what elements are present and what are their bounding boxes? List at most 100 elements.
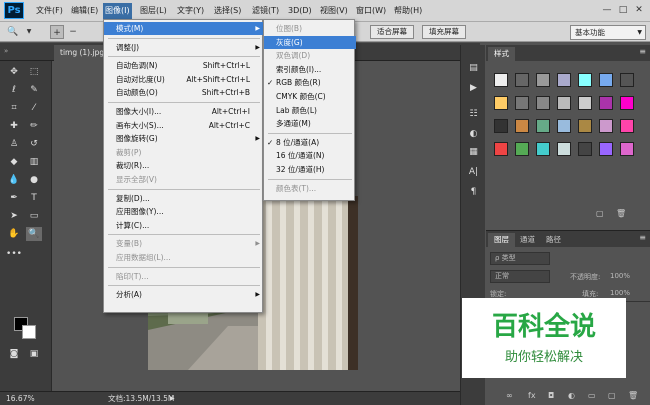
menu-window[interactable]: 窗口(W) [354,3,388,19]
history-icon[interactable]: ▤ [466,61,481,75]
quick-select-tool-icon[interactable]: ✎ [26,83,42,97]
tab-channels[interactable]: 通道 [514,233,541,247]
image-menu-item[interactable]: 复制(D)... [104,192,264,205]
path-select-tool-icon[interactable]: ➤ [6,209,22,223]
character-icon[interactable]: A| [466,165,481,179]
style-swatch[interactable] [557,73,571,87]
blur-tool-icon[interactable]: 💧 [6,173,22,187]
menu-3d[interactable]: 3D(D) [286,3,314,19]
image-menu-item[interactable]: 裁切(R)... [104,159,264,172]
style-swatch[interactable] [557,119,571,133]
menu-layer[interactable]: 图层(L) [138,3,169,19]
new-group-icon[interactable]: ▭ [588,391,596,400]
style-swatch[interactable] [578,142,592,156]
swatches-icon[interactable]: ▦ [466,145,481,159]
image-menu-item[interactable]: 画布大小(S)... Alt+Ctrl+C [104,119,264,132]
zoom-tool-icon[interactable]: 🔍 [6,25,20,39]
tab-layers[interactable]: 图层 [488,233,515,247]
style-swatch[interactable] [494,119,508,133]
new-layer-icon[interactable]: ▢ [608,391,616,400]
image-menu-item[interactable]: 图像大小(I)... Alt+Ctrl+I [104,105,264,118]
menu-file[interactable]: 文件(F) [34,3,65,19]
eraser-tool-icon[interactable]: ◆ [6,155,22,169]
clone-stamp-tool-icon[interactable]: ♙ [6,137,22,151]
mode-menu-item[interactable]: ✓ 8 位/通道(A) [264,136,356,149]
menu-view[interactable]: 视图(V) [318,3,350,19]
dodge-tool-icon[interactable]: ● [26,173,42,187]
move-tool-icon[interactable]: ✥ [6,65,22,79]
gradient-tool-icon[interactable]: ▥ [26,155,42,169]
image-menu-item[interactable]: 应用图像(Y)... [104,205,264,218]
style-swatch[interactable] [599,96,613,110]
zoom-tool-icon[interactable]: 🔍 [26,227,42,241]
menu-select[interactable]: 选择(S) [212,3,243,19]
properties-icon[interactable]: ☷ [466,107,481,121]
hand-tool-icon[interactable]: ✋ [6,227,22,241]
style-swatch[interactable] [536,73,550,87]
pen-tool-icon[interactable]: ✒ [6,191,22,205]
style-swatch[interactable] [599,73,613,87]
screen-mode-icon[interactable]: ▣ [26,347,42,361]
mode-menu-item[interactable]: Lab 颜色(L) [264,104,356,117]
image-menu-item[interactable]: 自动色调(N) Shift+Ctrl+L [104,59,264,72]
actions-play-icon[interactable]: ▶ [466,81,481,95]
style-swatch[interactable] [515,119,529,133]
style-swatch[interactable] [515,73,529,87]
layer-kind-filter[interactable]: ρ 类型 [490,252,550,265]
image-menu-item[interactable]: 图像旋转(G) ▶ [104,132,264,145]
link-layers-icon[interactable]: ∞ [506,391,513,400]
mode-menu-item[interactable]: 索引颜色(I)... [264,63,356,76]
quick-mask-icon[interactable]: ◙ [6,347,22,361]
background-color-swatch[interactable] [22,325,36,339]
style-swatch[interactable] [620,142,634,156]
fill-screen-button[interactable]: 填充屏幕 [422,25,466,39]
style-swatch[interactable] [578,96,592,110]
opacity-value[interactable]: 100% [610,272,630,280]
new-style-icon[interactable]: ▢ [596,209,604,218]
trash-icon[interactable]: 🗑 [628,391,638,400]
style-swatch[interactable] [515,96,529,110]
paragraph-icon[interactable]: ¶ [466,185,481,199]
style-swatch[interactable] [578,119,592,133]
tab-styles[interactable]: 样式 [488,47,515,61]
image-menu-item[interactable]: 分析(A) ▶ [104,288,264,301]
style-swatch[interactable] [599,119,613,133]
image-menu-item[interactable]: 自动颜色(O) Shift+Ctrl+B [104,86,264,99]
zoom-out-icon[interactable]: − [66,25,80,39]
chevron-right-icon[interactable]: ▶ [170,392,175,405]
style-swatch[interactable] [620,119,634,133]
more-tools-icon[interactable]: ••• [6,247,22,261]
image-menu-item[interactable]: 自动对比度(U) Alt+Shift+Ctrl+L [104,73,264,86]
zoom-level[interactable]: 16.67% [6,392,35,405]
document-tab[interactable]: timg (1).jpg [54,45,111,61]
image-menu-item[interactable]: 模式(M) ▶ [104,22,264,35]
style-swatch[interactable] [599,142,613,156]
shape-tool-icon[interactable]: ▭ [26,209,42,223]
menu-type[interactable]: 文字(Y) [175,3,206,19]
workspace-select[interactable]: 基本功能 ▼ [570,25,646,40]
style-swatch[interactable] [578,73,592,87]
style-swatch[interactable] [536,119,550,133]
crop-tool-icon[interactable]: ⌗ [6,101,22,115]
menu-filter[interactable]: 滤镜(T) [250,3,281,19]
menu-help[interactable]: 帮助(H) [392,3,424,19]
minimize-button[interactable]: — [600,4,614,16]
mode-menu-item[interactable]: 多通道(M) [264,117,356,130]
panel-menu-icon[interactable]: ≡ [639,233,646,242]
maximize-button[interactable]: □ [616,4,630,16]
marquee-tool-icon[interactable]: ⬚ [26,65,42,79]
fit-screen-button[interactable]: 适合屏幕 [370,25,414,39]
style-swatch[interactable] [494,96,508,110]
mode-menu-item[interactable]: 32 位/通道(H) [264,163,356,176]
history-brush-tool-icon[interactable]: ↺ [26,137,42,151]
trash-icon[interactable]: 🗑 [616,209,626,218]
style-swatch[interactable] [557,142,571,156]
add-mask-icon[interactable]: ◘ [548,391,554,400]
type-tool-icon[interactable]: T [26,191,42,205]
image-menu-item[interactable]: 计算(C)... [104,219,264,232]
style-swatch[interactable] [515,142,529,156]
fill-value[interactable]: 100% [610,289,630,297]
mode-menu-item[interactable]: CMYK 颜色(C) [264,90,356,103]
style-swatch[interactable] [620,96,634,110]
style-swatch[interactable] [620,73,634,87]
